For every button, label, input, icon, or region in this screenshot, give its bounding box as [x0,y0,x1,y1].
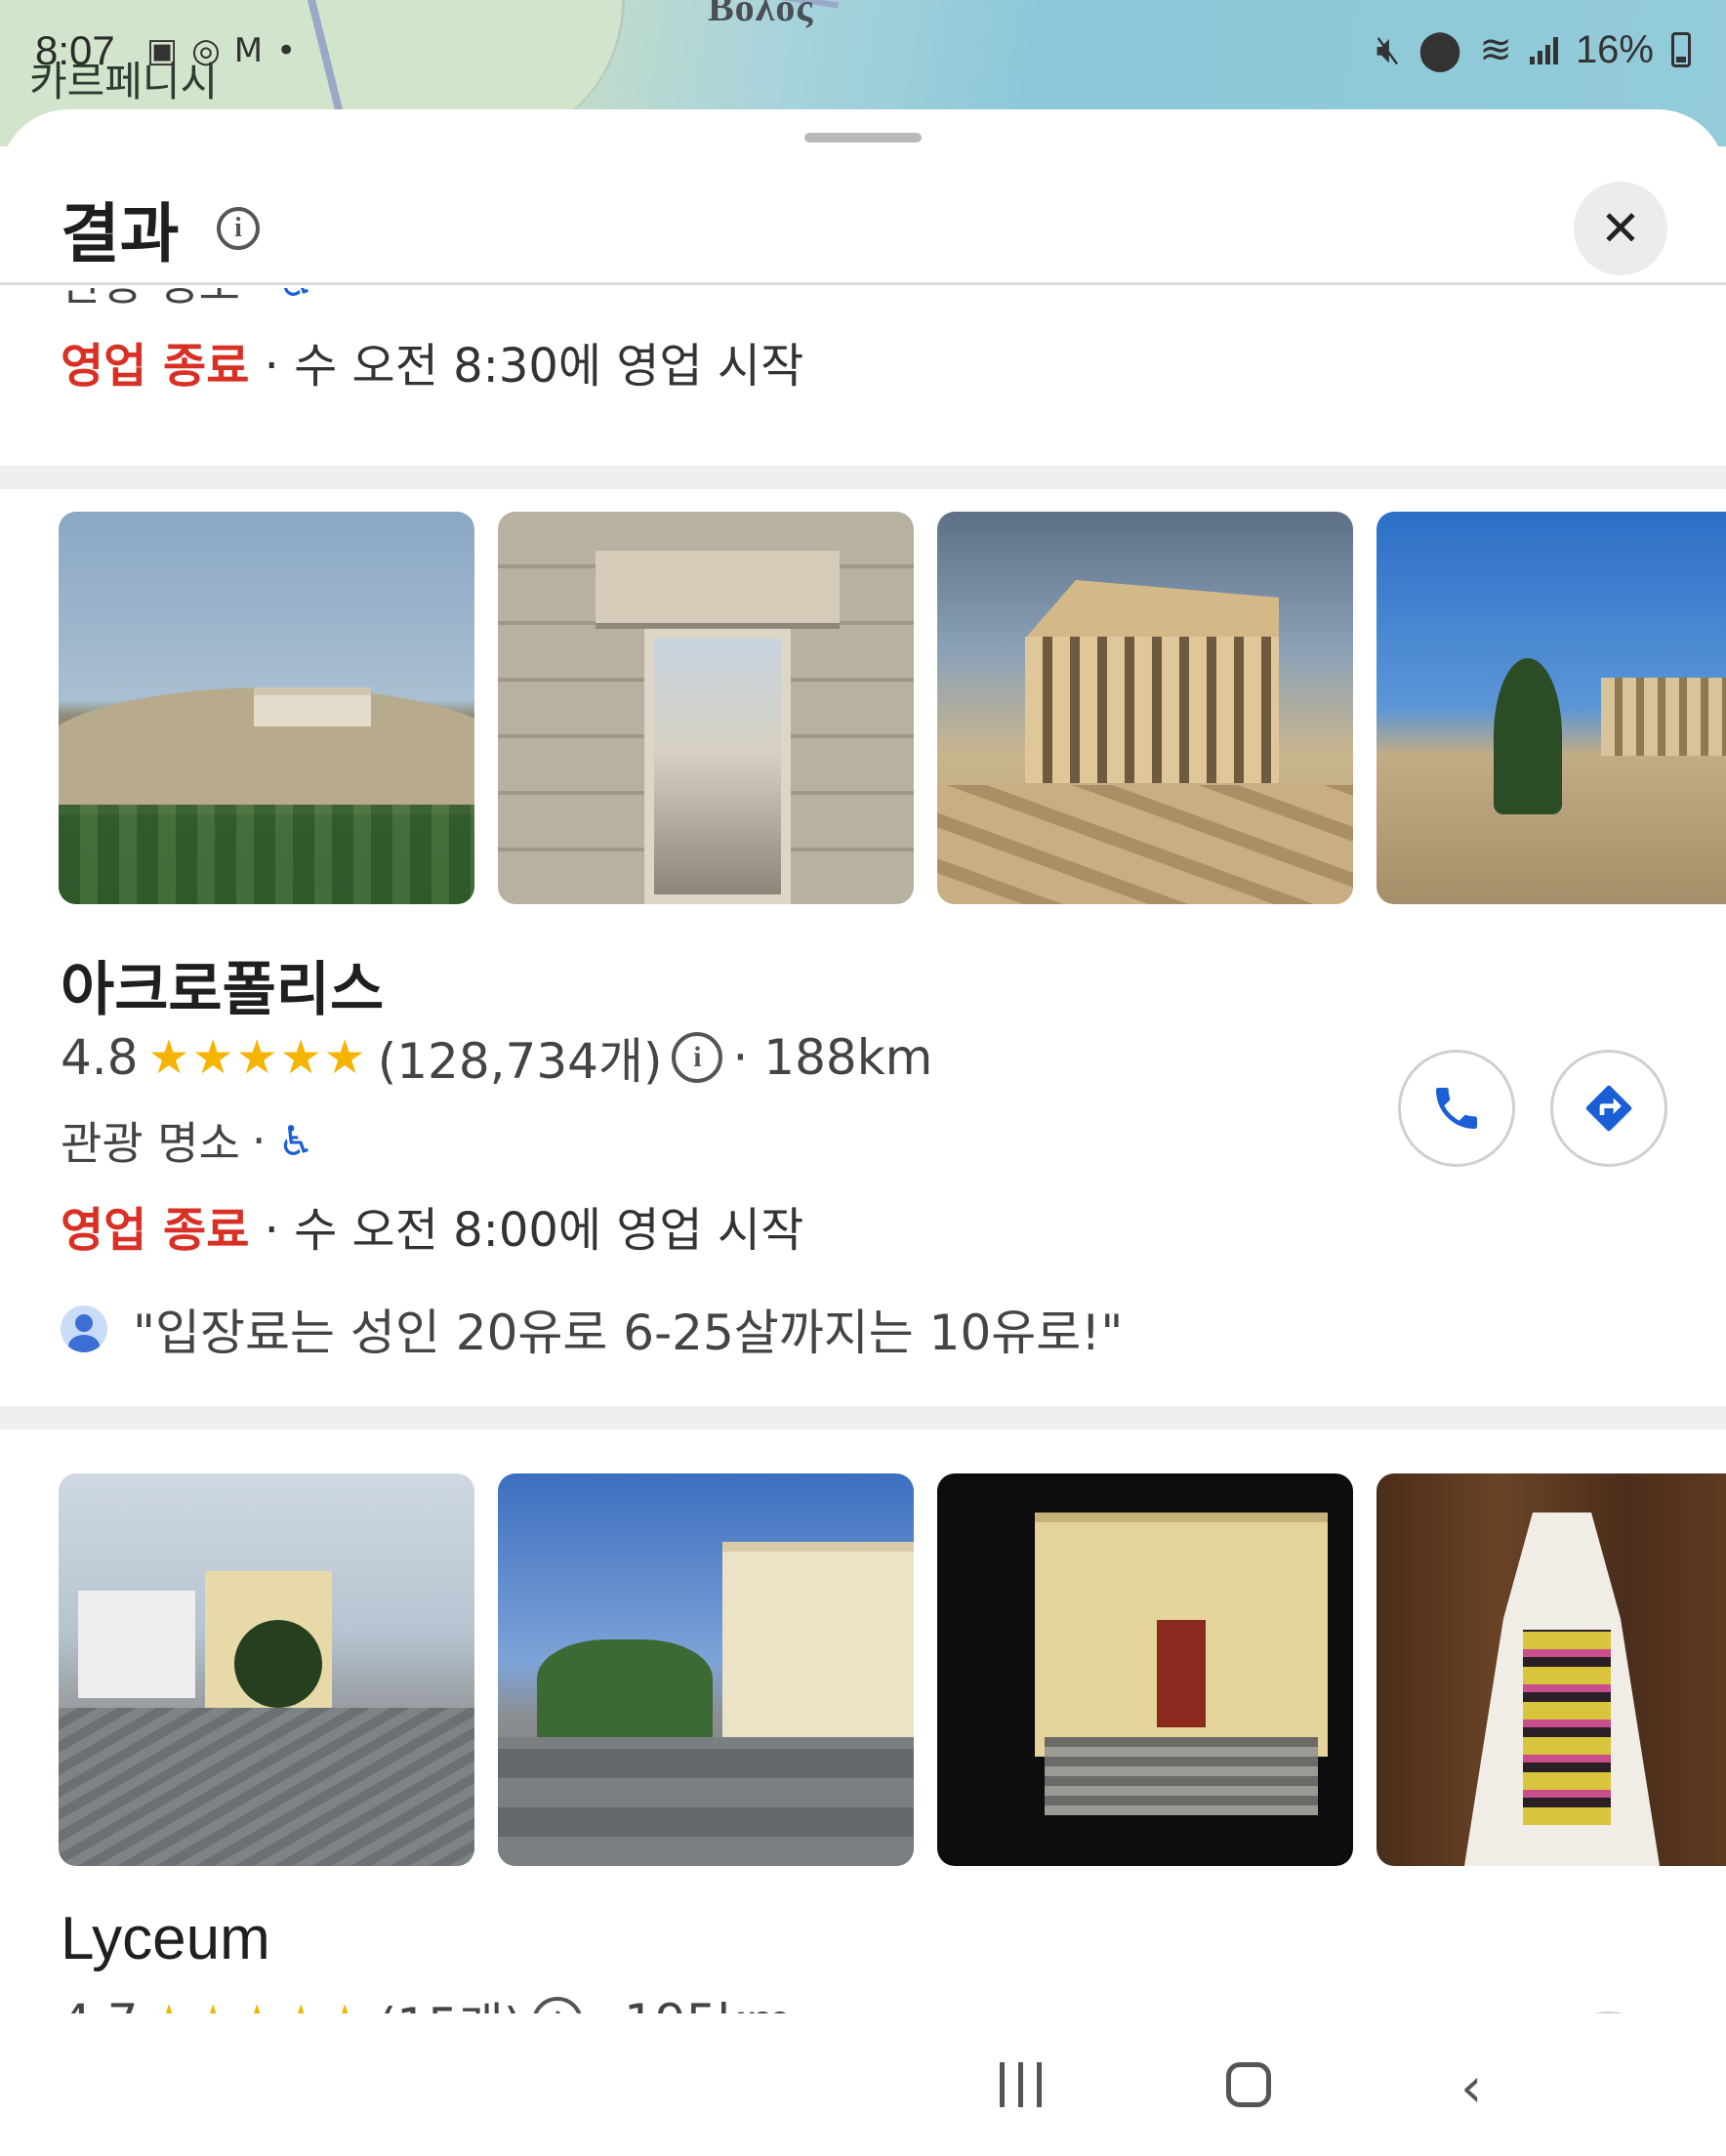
avatar-icon [61,1306,107,1352]
place-hours-row: 영업 종료 · 수 오전 8:30에 영업 시작 [61,327,803,395]
place-rating-row: 4.7 ★★★★★ (15개) i · 195km [61,1987,793,2013]
place-category-row: 관광 명소 · ♿ [61,288,314,313]
place-hours: · 수 오전 8:00에 영업 시작 [264,1203,804,1258]
info-icon[interactable]: i [672,1032,723,1083]
results-list[interactable]: 관광 명소 · ♿ 영업 종료 · 수 오전 8:30에 영업 시작 아크로폴리… [0,288,1726,2013]
place-name[interactable]: 아크로폴리스 [61,942,384,1027]
acropolis-hill-photo[interactable] [59,512,474,904]
directions-icon [1585,1085,1632,1132]
wheelchair-accessible-icon: ♿ [277,1116,315,1165]
photo-carousel[interactable] [59,1473,1726,1866]
review-count: (128,734개) [377,1033,663,1090]
acropolis-crowd-photo[interactable] [1377,512,1726,904]
system-navigation-bar: ‹ [0,2013,1726,2156]
separator: · [252,288,267,308]
place-hours-row: 영업 종료 · 수 오전 8:00에 영업 시작 [61,1191,803,1260]
review-snippet[interactable]: "입장료는 성인 20유로 6-25살까지는 10유로!" [61,1294,1123,1364]
review-text: "입장료는 성인 20유로 6-25살까지는 10유로!" [133,1305,1124,1361]
recents-button[interactable] [1000,2062,1042,2107]
photo-carousel[interactable] [59,512,1726,904]
parthenon-photo[interactable] [937,512,1353,904]
place-category-row: 관광 명소 · ♿ [61,1108,314,1173]
call-button[interactable] [1398,1050,1515,1167]
dot-icon: • [276,31,297,70]
stone-gateway-photo[interactable] [498,512,914,904]
star-rating-icon: ★★★★★ [147,1030,368,1085]
separator: · [251,1114,267,1167]
place-hours: · 수 오전 8:30에 영업 시작 [264,339,804,394]
card-divider [0,466,1726,489]
review-count: (15개) [378,1987,523,2013]
back-button[interactable]: ‹ [1460,2056,1482,2120]
sheet-header: 결과 i ✕ [0,168,1726,285]
lyceum-costume-photo[interactable] [1377,1473,1726,1866]
map-city-label: Βόλος [708,0,814,29]
place-rating-row: 4.8 ★★★★★ (128,734개) i · 188km [61,1022,932,1093]
rating-value: 4.8 [61,1029,139,1086]
lyceum-building-photo[interactable] [498,1473,914,1866]
drag-handle[interactable] [804,133,922,143]
wheelchair-accessible-icon: ♿ [278,288,315,306]
info-icon[interactable]: i [217,207,260,250]
phone-icon [1436,1088,1477,1129]
card-divider [0,1406,1726,1430]
location-icon: ⬤ [1418,28,1462,71]
place-card[interactable]: 관광 명소 · ♿ 영업 종료 · 수 오전 8:30에 영업 시작 [0,288,1726,439]
info-icon[interactable]: i [532,1997,584,2013]
star-rating-icon: ★★★★★ [148,1995,368,2013]
place-category: 관광 명소 [61,1117,240,1170]
place-status: 영업 종료 [61,1203,250,1258]
rating-value: 4.7 [61,1994,139,2013]
image-icon: ▣ [146,31,179,70]
distance: · 188km [732,1029,933,1086]
gmail-icon: M [233,31,264,70]
wifi-icon: ≋ [1479,28,1512,71]
signal-icon [1529,35,1558,64]
place-status: 영업 종료 [61,339,250,394]
battery-level: 16% [1575,27,1654,71]
close-button[interactable]: ✕ [1574,182,1667,275]
status-notification-icons: ▣ ◎ M • [146,31,296,70]
status-system-icons: 🔇︎ ⬤ ≋ 16% [1376,27,1691,72]
lyceum-street-photo[interactable] [59,1473,474,1866]
results-sheet: 결과 i ✕ 관광 명소 · ♿ 영업 종료 · 수 오전 8:30에 영업 시… [0,109,1726,2013]
home-button[interactable] [1226,2062,1271,2107]
place-category: 관광 명소 [61,288,240,313]
battery-icon [1671,32,1691,67]
close-icon: ✕ [1600,200,1641,257]
status-time: 8:07 [35,27,115,73]
sheet-title: 결과 [61,196,180,271]
lyceum-night-photo[interactable] [937,1473,1353,1866]
distance: · 195km [593,1994,793,2013]
directions-button[interactable] [1550,1050,1667,1167]
instagram-icon: ◎ [191,31,221,70]
mute-icon: 🔇︎ [1376,27,1401,71]
place-name[interactable]: Lyceum [61,1904,270,1973]
